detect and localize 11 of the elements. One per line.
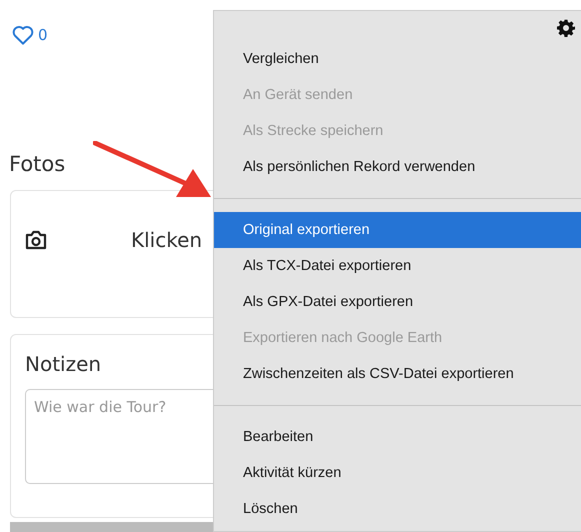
settings-icon[interactable] <box>557 19 575 37</box>
like-count: 0 <box>38 26 48 44</box>
menu-item[interactable]: Original exportieren <box>214 212 581 248</box>
upload-prompt: Klicken <box>131 228 202 252</box>
menu-item[interactable]: Löschen <box>214 491 581 527</box>
camera-icon <box>24 230 48 250</box>
menu-item[interactable]: Vergleichen <box>214 41 581 77</box>
heart-icon[interactable] <box>12 25 34 45</box>
menu-item[interactable]: Zwischenzeiten als CSV-Datei exportieren <box>214 356 581 392</box>
menu-item[interactable]: Als persönlichen Rekord verwenden <box>214 149 581 185</box>
section-title: Fotos <box>9 151 66 177</box>
